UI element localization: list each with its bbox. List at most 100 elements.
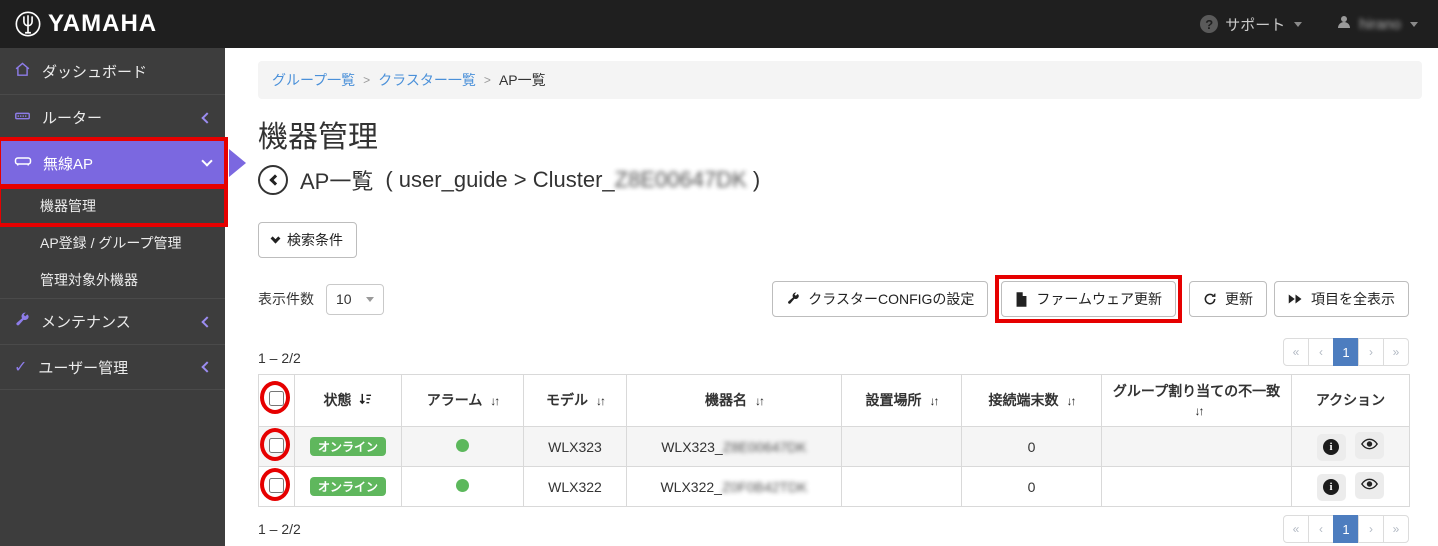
pagination-first-button[interactable]: «	[1283, 338, 1309, 366]
device-view-button[interactable]	[1355, 432, 1385, 460]
sidebar-item-user-management[interactable]: ✓ ユーザー管理	[0, 344, 225, 390]
column-label: 状態	[323, 392, 352, 409]
column-label: 設置場所	[865, 392, 922, 409]
row-checkbox[interactable]	[269, 437, 284, 453]
sidebar-item-device-management[interactable]: 機器管理	[0, 184, 228, 227]
refresh-label: 更新	[1225, 291, 1253, 307]
wrench-icon	[14, 312, 30, 332]
column-label: アラーム	[426, 392, 483, 409]
column-header-model[interactable]: モデル ↓↑	[523, 374, 627, 427]
device-name-prefix: WLX322_	[660, 478, 722, 495]
user-icon	[1336, 14, 1352, 34]
home-icon	[14, 61, 31, 82]
sidebar-item-label: 無線AP	[43, 155, 94, 173]
column-label: アクション	[1315, 392, 1386, 409]
check-icon: ✓	[14, 359, 28, 376]
sidebar-item-wireless-ap[interactable]: 無線AP	[0, 137, 246, 189]
eye-icon	[1361, 438, 1379, 453]
chevron-left-icon	[268, 174, 281, 186]
chevron-left-icon	[201, 361, 213, 373]
chevron-down-icon	[366, 296, 374, 302]
eye-icon	[1361, 478, 1379, 493]
alarm-ok-dot	[456, 478, 469, 492]
user-menu[interactable]: hirano	[1336, 14, 1418, 34]
chevron-down-icon	[1410, 21, 1418, 27]
column-header-group-mismatch[interactable]: グループ割り当ての不一致 ↓↑	[1101, 374, 1292, 427]
breadcrumb-group-list[interactable]: グループ一覧	[272, 70, 355, 90]
sidebar-item-unmanaged-devices[interactable]: 管理対象外機器	[0, 261, 225, 298]
table-row: オンライン WLX323 WLX323_Z8E00647DK 0 i	[258, 426, 1410, 467]
actions-cell: i	[1291, 426, 1410, 467]
table-controls: 表示件数 10 クラスターCONFIGの設定 ファームウェア更新 更新 項目を全…	[258, 275, 1409, 323]
pagination-prev-button[interactable]: ‹	[1308, 515, 1334, 543]
device-table: 状態 アラーム ↓↑ モデル ↓↑ 機器名 ↓↑ 設置場所 ↓↑ 接続端末数 ↓…	[258, 374, 1410, 507]
show-all-columns-button[interactable]: 項目を全表示	[1274, 281, 1409, 317]
pagination-last-button[interactable]: »	[1383, 338, 1409, 366]
refresh-icon	[1203, 292, 1217, 306]
column-header-alarm[interactable]: アラーム ↓↑	[401, 374, 524, 427]
cluster-context: ( user_guide > Cluster_Z8E00647DK )	[385, 167, 760, 193]
chevron-down-icon	[201, 155, 213, 167]
breadcrumb-cluster-list[interactable]: クラスター一覧	[378, 70, 476, 90]
pagination-prev-button[interactable]: ‹	[1308, 338, 1334, 366]
column-header-device-name[interactable]: 機器名 ↓↑	[626, 374, 842, 427]
column-header-clients[interactable]: 接続端末数 ↓↑	[961, 374, 1102, 427]
router-icon	[14, 107, 31, 128]
chevron-down-icon	[1294, 21, 1303, 27]
top-navbar: YAMAHA ? サポート hirano	[0, 0, 1438, 48]
sidebar-item-maintenance[interactable]: メンテナンス	[0, 298, 225, 344]
device-info-button[interactable]: i	[1316, 473, 1346, 501]
model-cell: WLX322	[523, 466, 627, 507]
pagination-next-button[interactable]: ›	[1358, 515, 1384, 543]
device-name-cell: WLX322_Z0F0B42TDK	[626, 466, 842, 507]
pagination-first-button[interactable]: «	[1283, 515, 1309, 543]
sidebar-item-ap-registration[interactable]: AP登録 / グループ管理	[0, 224, 225, 261]
select-all-checkbox[interactable]	[269, 390, 284, 406]
pagination-next-button[interactable]: ›	[1358, 338, 1384, 366]
main-content: グループ一覧 > クラスター一覧 > AP一覧 機器管理 AP一覧 ( user…	[225, 48, 1438, 546]
sidebar-item-label: ダッシュボード	[42, 63, 148, 81]
result-range-text: 1 – 2/2	[258, 350, 301, 366]
breadcrumb-separator: >	[483, 73, 491, 87]
device-info-button[interactable]: i	[1316, 433, 1346, 461]
pagination-page-1[interactable]: 1	[1333, 515, 1359, 543]
search-conditions-label: 検索条件	[287, 232, 343, 248]
back-button[interactable]	[258, 165, 288, 195]
row-checkbox[interactable]	[269, 477, 284, 493]
clients-cell: 0	[961, 466, 1102, 507]
page-size-select[interactable]: 10	[326, 283, 384, 315]
sort-icon: ↓↑	[929, 394, 939, 409]
yamaha-logo: YAMAHA	[14, 10, 157, 38]
device-serial-masked: Z8E00647DK	[722, 438, 807, 455]
access-point-icon	[14, 154, 32, 172]
sidebar: ダッシュボード ルーター 無線AP 機器管理 AP登録 / グループ管理 管理対…	[0, 48, 246, 546]
support-menu[interactable]: ? サポート	[1200, 14, 1303, 35]
sort-icon: ↓↑	[490, 394, 500, 409]
column-header-status[interactable]: 状態	[294, 374, 402, 427]
firmware-update-button[interactable]: ファームウェア更新	[1001, 281, 1176, 317]
firmware-annotation-box: ファームウェア更新	[995, 275, 1182, 323]
pagination-last-button[interactable]: »	[1383, 515, 1409, 543]
chevron-left-icon	[201, 315, 213, 328]
refresh-button[interactable]: 更新	[1189, 281, 1267, 317]
page-size-label: 表示件数	[258, 291, 314, 307]
sort-icon: ↓↑	[1194, 403, 1205, 418]
device-name-cell: WLX323_Z8E00647DK	[626, 426, 842, 467]
show-all-columns-label: 項目を全表示	[1311, 291, 1395, 307]
sidebar-item-router[interactable]: ルーター	[0, 94, 225, 140]
cluster-config-label: クラスターCONFIGの設定	[808, 291, 975, 307]
active-item-arrow	[229, 149, 246, 177]
device-view-button[interactable]	[1355, 472, 1385, 500]
sidebar-item-dashboard[interactable]: ダッシュボード	[0, 48, 225, 94]
cluster-id-masked: Z8E00647DK	[614, 167, 747, 192]
column-header-location[interactable]: 設置場所 ↓↑	[841, 374, 962, 427]
pagination-page-1[interactable]: 1	[1333, 338, 1359, 366]
status-badge: オンライン	[309, 477, 386, 496]
search-conditions-button[interactable]: 検索条件	[258, 222, 357, 258]
column-header-actions: アクション	[1291, 374, 1410, 427]
alarm-ok-dot	[456, 438, 469, 452]
cluster-config-button[interactable]: クラスターCONFIGの設定	[772, 281, 989, 317]
table-row: オンライン WLX322 WLX322_Z0F0B42TDK 0 i	[258, 466, 1410, 507]
yamaha-tuning-fork-icon	[14, 10, 42, 38]
column-label: モデル	[546, 392, 589, 409]
